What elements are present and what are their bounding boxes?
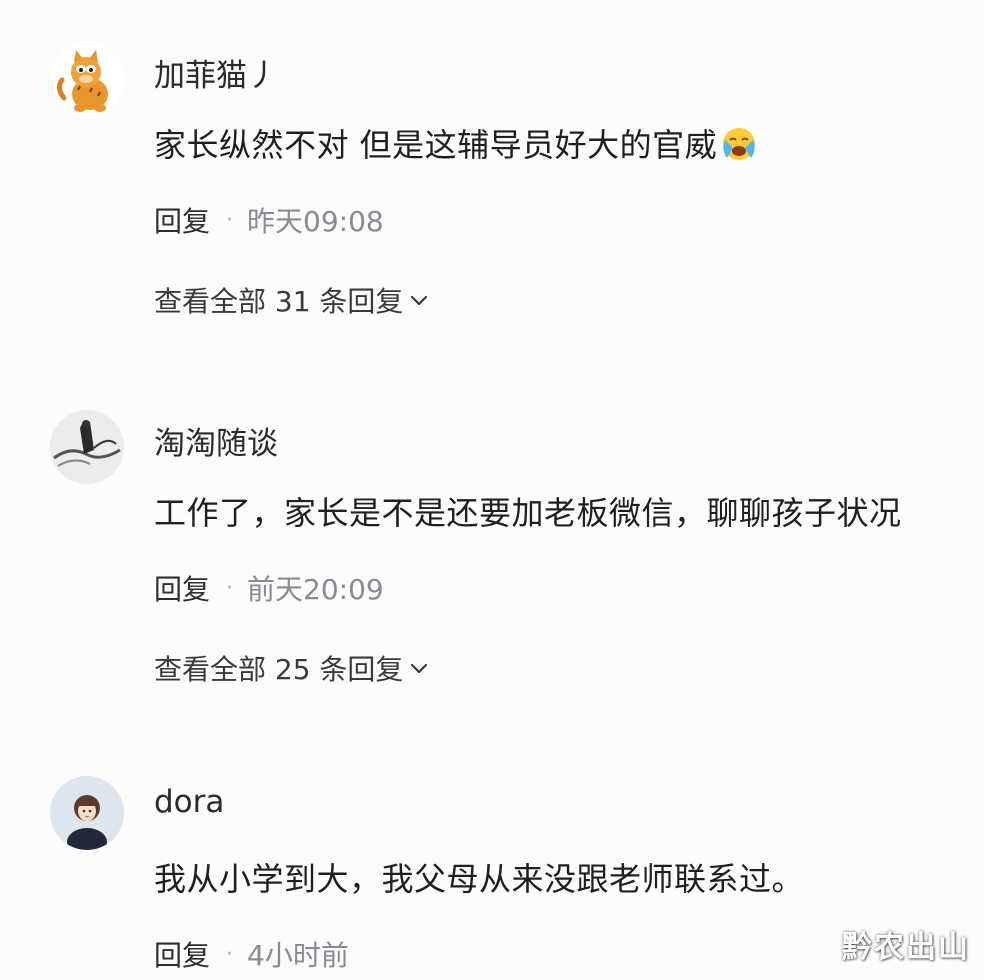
separator-dot: ·	[226, 207, 234, 233]
username[interactable]: 加菲猫丿	[154, 50, 278, 95]
ink-painting-avatar-icon[interactable]	[50, 410, 124, 484]
watermark: 黔农出山	[842, 930, 970, 965]
comment-text: 家长纵然不对 但是这辅导员好大的官威	[154, 120, 759, 170]
reply-button[interactable]: 回复	[154, 200, 210, 240]
chevron-down-icon	[411, 663, 428, 674]
separator-dot: ·	[226, 575, 234, 601]
comment-text: 工作了，家长是不是还要加老板微信，聊聊孩子状况	[154, 494, 902, 532]
comment-timestamp: 昨天09:08	[247, 205, 384, 238]
reply-button[interactable]: 回复	[154, 934, 210, 974]
comment-meta: 回复 · 前天20:09	[154, 568, 384, 608]
username[interactable]: dora	[154, 784, 224, 820]
comment-meta: 回复 · 4小时前	[154, 934, 349, 974]
chevron-down-icon	[411, 295, 428, 306]
comment-item: 淘淘随谈 工作了，家长是不是还要加老板微信，聊聊孩子状况 回复 · 前天20:0…	[0, 410, 984, 700]
comment-item: dora 我从小学到大，我父母从来没跟老师联系过。 回复 · 4小时前	[0, 776, 984, 980]
crying-face-emoji-icon	[719, 126, 759, 170]
separator-dot: ·	[226, 941, 234, 967]
view-all-replies-label: 查看全部 31 条回复	[154, 285, 404, 318]
garfield-avatar-icon[interactable]	[50, 42, 124, 116]
comment-timestamp: 4小时前	[247, 939, 349, 972]
comment-item: 加菲猫丿 家长纵然不对 但是这辅导员好大的官威 回复 · 昨天09:08 查看全…	[0, 42, 984, 332]
reply-button[interactable]: 回复	[154, 568, 210, 608]
girl-portrait-avatar-icon[interactable]	[50, 776, 124, 850]
view-all-replies-button[interactable]: 查看全部 25 条回复	[154, 648, 429, 688]
comment-text-body: 家长纵然不对 但是这辅导员好大的官威	[154, 126, 718, 164]
comment-meta: 回复 · 昨天09:08	[154, 200, 384, 240]
comment-text: 我从小学到大，我父母从来没跟老师联系过。	[154, 860, 805, 898]
username[interactable]: 淘淘随谈	[154, 418, 278, 463]
view-all-replies-label: 查看全部 25 条回复	[154, 653, 404, 686]
comment-timestamp: 前天20:09	[247, 573, 384, 606]
view-all-replies-button[interactable]: 查看全部 31 条回复	[154, 280, 429, 320]
